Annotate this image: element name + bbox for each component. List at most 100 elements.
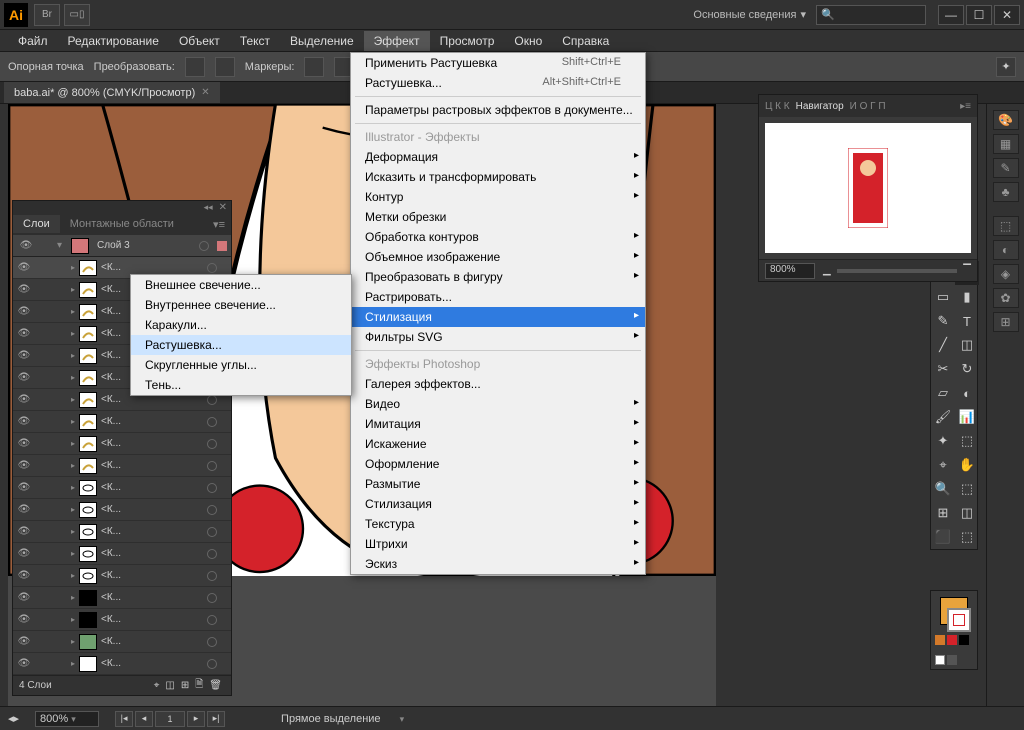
menu-item[interactable]: Искажение [351, 434, 645, 454]
tool-18[interactable]: 🔍 [931, 477, 955, 501]
menu-item[interactable]: Оформление [351, 454, 645, 474]
target-icon[interactable] [207, 505, 217, 515]
layer-row[interactable]: 👁 ▸ <К... [13, 433, 231, 455]
layer-row[interactable]: 👁 ▸ <К... [13, 609, 231, 631]
zoom-in-icon[interactable]: ▔ [963, 265, 971, 276]
menu-редактирование[interactable]: Редактирование [58, 31, 169, 51]
layer-row[interactable]: 👁 ▸ <К... [13, 587, 231, 609]
tool-17[interactable]: ✋ [955, 453, 979, 477]
target-icon[interactable] [207, 483, 217, 493]
new-layer-icon[interactable]: 🗎 [195, 677, 203, 694]
locate-icon[interactable]: ⌖ [154, 680, 160, 691]
convert-smooth-icon[interactable] [215, 57, 235, 77]
visibility-icon[interactable]: 👁 [15, 658, 33, 669]
tool-21[interactable]: ◫ [955, 501, 979, 525]
close-panel-icon[interactable]: ✕ [219, 202, 227, 213]
status-arrow-left[interactable]: ◂▸ [8, 712, 19, 725]
navigator-zoom-value[interactable]: 800% [765, 263, 815, 279]
last-page[interactable]: ▸| [207, 711, 225, 727]
visibility-icon[interactable]: 👁 [15, 526, 33, 537]
prev-page[interactable]: ◂ [135, 711, 153, 727]
panel-icon-graphic-styles[interactable]: ⊞ [993, 312, 1019, 332]
collapse-icon[interactable]: ◂◂ [204, 202, 213, 213]
tool-23[interactable]: ⬚ [955, 525, 979, 549]
menu-item[interactable]: Растушевка...Alt+Shift+Ctrl+E [351, 73, 645, 93]
visibility-icon[interactable]: 👁 [17, 240, 35, 251]
layer-row[interactable]: 👁 ▸ <К... [13, 631, 231, 653]
menu-item[interactable]: Эскиз [351, 554, 645, 574]
menu-просмотр[interactable]: Просмотр [430, 31, 505, 51]
next-page[interactable]: ▸ [187, 711, 205, 727]
target-icon[interactable] [207, 637, 217, 647]
align-icon[interactable]: ✦ [996, 57, 1016, 77]
tool-14[interactable]: ✦ [931, 429, 955, 453]
menu-item[interactable]: Стилизация [351, 307, 645, 327]
tool-4[interactable]: ✎ [931, 309, 955, 333]
visibility-icon[interactable]: 👁 [15, 548, 33, 559]
tool-20[interactable]: ⊞ [931, 501, 955, 525]
zoom-field[interactable]: 800% [35, 711, 99, 727]
tool-15[interactable]: ⬚ [955, 429, 979, 453]
menu-item[interactable]: Метки обрезки [351, 207, 645, 227]
tool-22[interactable]: ⬛ [931, 525, 955, 549]
visibility-icon[interactable]: 👁 [15, 284, 33, 295]
tool-5[interactable]: T [955, 309, 979, 333]
layer-row[interactable]: 👁 ▸ <К... [13, 565, 231, 587]
target-icon[interactable] [207, 263, 217, 273]
workspace-switcher[interactable]: Основные сведения▾ [693, 8, 806, 21]
menu-item[interactable]: Фильтры SVG [351, 327, 645, 347]
new-sublayer-icon[interactable]: ⊞ [181, 680, 189, 691]
menu-item[interactable]: Объемное изображение [351, 247, 645, 267]
convert-corner-icon[interactable] [185, 57, 205, 77]
menu-item[interactable]: Текстура [351, 514, 645, 534]
visibility-icon[interactable]: 👁 [15, 504, 33, 515]
menu-текст[interactable]: Текст [230, 31, 280, 51]
tool-7[interactable]: ◫ [955, 333, 979, 357]
target-icon[interactable] [207, 527, 217, 537]
marker-icon-1[interactable] [304, 57, 324, 77]
panel-icon-gradient[interactable]: ◐ [993, 240, 1019, 260]
menu-item[interactable]: Растушевка... [131, 335, 351, 355]
visibility-icon[interactable]: 👁 [15, 592, 33, 603]
panel-icon-transparency[interactable]: ◈ [993, 264, 1019, 284]
visibility-icon[interactable]: 👁 [15, 306, 33, 317]
fill-swatch[interactable] [940, 597, 968, 625]
visibility-icon[interactable]: 👁 [15, 570, 33, 581]
swatch-3[interactable] [959, 635, 969, 645]
target-icon[interactable] [207, 615, 217, 625]
menu-item[interactable]: Растрировать... [351, 287, 645, 307]
arrange-button[interactable]: ▭▯ [64, 4, 90, 26]
menu-item[interactable]: Обработка контуров [351, 227, 645, 247]
swatch-2[interactable] [947, 635, 957, 645]
target-icon[interactable] [207, 417, 217, 427]
menu-объект[interactable]: Объект [169, 31, 230, 51]
visibility-icon[interactable]: 👁 [15, 438, 33, 449]
tool-8[interactable]: ✂ [931, 357, 955, 381]
menu-item[interactable]: Стилизация [351, 494, 645, 514]
menu-item[interactable]: Видео [351, 394, 645, 414]
nav-tab-group-right[interactable]: И О Г П [850, 101, 886, 112]
visibility-icon[interactable]: 👁 [15, 482, 33, 493]
menu-item[interactable]: Исказить и трансформировать [351, 167, 645, 187]
target-icon[interactable] [207, 395, 217, 405]
close-button[interactable]: ✕ [994, 5, 1020, 25]
layer-row[interactable]: 👁 ▸ <К... [13, 477, 231, 499]
visibility-icon[interactable]: 👁 [15, 460, 33, 471]
tool-9[interactable]: ↻ [955, 357, 979, 381]
target-icon[interactable] [207, 439, 217, 449]
layer-name[interactable]: Слой 3 [97, 240, 195, 251]
bridge-button[interactable]: Br [34, 4, 60, 26]
layer-row[interactable]: 👁 ▸ <К... [13, 411, 231, 433]
panel-icon-brushes[interactable]: ✎ [993, 158, 1019, 178]
target-icon[interactable] [207, 659, 217, 669]
panel-menu-icon[interactable]: ▾≡ [207, 218, 231, 231]
maximize-button[interactable]: ☐ [966, 5, 992, 25]
nav-tab-group-left[interactable]: Ц К К [765, 101, 790, 112]
tool-13[interactable]: 📊 [955, 405, 979, 429]
menu-item[interactable]: Тень... [131, 375, 351, 395]
menu-item[interactable]: Внутреннее свечение... [131, 295, 351, 315]
menu-справка[interactable]: Справка [552, 31, 619, 51]
layer-row-top[interactable]: 👁 ▾ Слой 3 [13, 235, 231, 257]
panel-icon-color[interactable]: 🎨 [993, 110, 1019, 130]
visibility-icon[interactable]: 👁 [15, 614, 33, 625]
